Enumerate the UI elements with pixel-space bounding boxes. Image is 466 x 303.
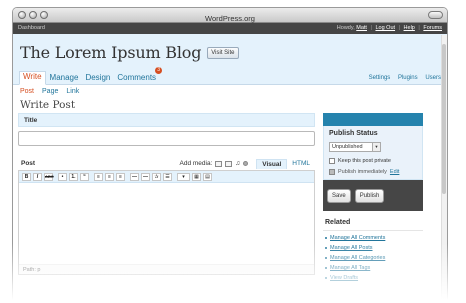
help-link[interactable]: Help bbox=[404, 25, 415, 31]
editor-toolbar: B I ABC • 1. “ ≡ ≡ ≡ — — ✰ ☰ ▾ ▦ ▤ bbox=[19, 171, 314, 183]
editor-mode-tabs: Visual HTML bbox=[256, 158, 315, 169]
save-button[interactable]: Save bbox=[327, 188, 351, 203]
strikethrough-button[interactable]: ABC bbox=[44, 172, 54, 181]
window-title: WordPress.org bbox=[205, 14, 255, 23]
keep-private-label: Keep this post private bbox=[338, 158, 391, 164]
insert-more-button[interactable]: ✰ bbox=[152, 172, 161, 181]
write-submenu: Post Page Link bbox=[13, 85, 447, 98]
publish-box: Publish Status Unpublished ▼ Keep this p… bbox=[323, 126, 423, 180]
numbered-list-button[interactable]: 1. bbox=[69, 172, 78, 181]
users-link[interactable]: Users bbox=[425, 75, 441, 81]
window-controls bbox=[18, 11, 48, 19]
calendar-icon bbox=[329, 169, 335, 175]
related-list: Manage All Comments Manage All Posts Man… bbox=[323, 233, 423, 283]
post-label: Post bbox=[21, 160, 36, 167]
toolbar-toggle-button[interactable] bbox=[428, 11, 443, 19]
logout-link[interactable]: Log Out bbox=[375, 25, 395, 31]
unlink-button[interactable]: — bbox=[141, 172, 150, 181]
comments-count-badge: 3 bbox=[155, 67, 163, 74]
post-editor: Post Add media: ♫ Visual HTML B I ABC • … bbox=[18, 157, 315, 275]
post-content-editor[interactable] bbox=[19, 183, 314, 264]
publish-button[interactable]: Publish bbox=[354, 188, 385, 203]
submenu-page[interactable]: Page bbox=[42, 88, 58, 95]
edit-timestamp-link[interactable]: Edit bbox=[390, 169, 399, 175]
keep-private-option[interactable]: Keep this post private bbox=[329, 158, 417, 164]
page-title: Write Post bbox=[20, 99, 76, 111]
forums-link[interactable]: Forums bbox=[423, 25, 442, 31]
post-title-input[interactable] bbox=[18, 131, 315, 146]
add-video-icon[interactable] bbox=[225, 160, 233, 167]
related-link[interactable]: Manage All Comments bbox=[323, 233, 423, 243]
link-button[interactable]: — bbox=[130, 172, 139, 181]
post-editor-column: Title Post Add media: ♫ Visual HTML B I … bbox=[18, 113, 315, 275]
settings-link[interactable]: Settings bbox=[369, 75, 391, 81]
page-break-button[interactable]: ☰ bbox=[163, 172, 172, 181]
submenu-post[interactable]: Post bbox=[20, 88, 34, 95]
plugins-link[interactable]: Plugins bbox=[398, 75, 418, 81]
window-titlebar: WordPress.org bbox=[13, 8, 447, 23]
editor-path: Path: p bbox=[19, 264, 314, 274]
related-title: Related bbox=[323, 216, 423, 231]
blockquote-button[interactable]: “ bbox=[80, 172, 89, 181]
admin-bar-links: Howdy, Matt | Log Out | Help | Forums bbox=[336, 25, 442, 31]
tab-comments[interactable]: Comments 3 bbox=[114, 67, 163, 84]
editor-box: B I ABC • 1. “ ≡ ≡ ≡ — — ✰ ☰ ▾ ▦ ▤ Path:… bbox=[18, 170, 315, 275]
scrollbar-thumb[interactable] bbox=[442, 44, 446, 194]
howdy-text: Howdy, bbox=[336, 25, 355, 31]
publish-box-header bbox=[323, 113, 423, 126]
user-link[interactable]: Matt bbox=[356, 25, 367, 31]
publish-actions: Save Publish bbox=[323, 180, 423, 211]
add-media-icon[interactable] bbox=[243, 161, 249, 166]
close-window-button[interactable] bbox=[18, 11, 26, 19]
italic-button[interactable]: I bbox=[33, 172, 42, 181]
add-media-label: Add media: bbox=[179, 160, 213, 167]
add-audio-icon[interactable]: ♫ bbox=[235, 160, 240, 167]
spellcheck-button[interactable]: ▾ bbox=[177, 172, 190, 181]
tab-html[interactable]: HTML bbox=[287, 159, 315, 169]
blog-title: The Lorem Ipsum Blog bbox=[20, 43, 202, 62]
related-link[interactable]: Manage All Tags bbox=[323, 263, 423, 273]
add-media-bar: Add media: ♫ bbox=[180, 160, 249, 167]
visit-site-button[interactable]: Visit Site bbox=[207, 46, 239, 59]
publish-status-value: Unpublished bbox=[332, 144, 363, 150]
sidebar: Publish Status Unpublished ▼ Keep this p… bbox=[323, 113, 423, 283]
kitchen-sink-button[interactable]: ▤ bbox=[203, 172, 212, 181]
publish-immediately-text: Publish immediately bbox=[338, 169, 387, 175]
fullscreen-button[interactable]: ▦ bbox=[192, 172, 201, 181]
main-menu: Write Manage Design Comments 3 Settings … bbox=[13, 67, 447, 85]
align-left-button[interactable]: ≡ bbox=[94, 172, 103, 181]
bold-button[interactable]: B bbox=[22, 172, 31, 181]
tab-design[interactable]: Design bbox=[82, 73, 113, 84]
related-link[interactable]: Manage All Posts bbox=[323, 243, 423, 253]
bullet-list-button[interactable]: • bbox=[58, 172, 67, 181]
related-box: Related Manage All Comments Manage All P… bbox=[323, 216, 423, 283]
tab-write[interactable]: Write bbox=[19, 71, 46, 85]
tab-comments-label: Comments bbox=[117, 73, 157, 82]
add-image-icon[interactable] bbox=[215, 160, 223, 167]
tab-visual[interactable]: Visual bbox=[256, 158, 288, 169]
publish-time-row: Publish immediately Edit bbox=[329, 169, 417, 175]
blog-header: The Lorem Ipsum Blog Visit Site bbox=[13, 34, 447, 68]
related-link[interactable]: View Drafts bbox=[323, 273, 423, 283]
tab-manage[interactable]: Manage bbox=[47, 73, 82, 84]
title-box-header: Title bbox=[18, 113, 315, 127]
related-link[interactable]: Manage All Categories bbox=[323, 253, 423, 263]
zoom-window-button[interactable] bbox=[40, 11, 48, 19]
dashboard-link[interactable]: Dashboard bbox=[18, 23, 45, 34]
chevron-down-icon: ▼ bbox=[372, 143, 380, 151]
align-center-button[interactable]: ≡ bbox=[105, 172, 114, 181]
keep-private-checkbox[interactable] bbox=[329, 158, 335, 164]
submenu-link[interactable]: Link bbox=[66, 88, 79, 95]
admin-bar: Dashboard Howdy, Matt | Log Out | Help |… bbox=[13, 23, 447, 34]
minimize-window-button[interactable] bbox=[29, 11, 37, 19]
publish-status-title: Publish Status bbox=[329, 130, 378, 137]
align-right-button[interactable]: ≡ bbox=[116, 172, 125, 181]
publish-status-select[interactable]: Unpublished ▼ bbox=[329, 142, 381, 152]
